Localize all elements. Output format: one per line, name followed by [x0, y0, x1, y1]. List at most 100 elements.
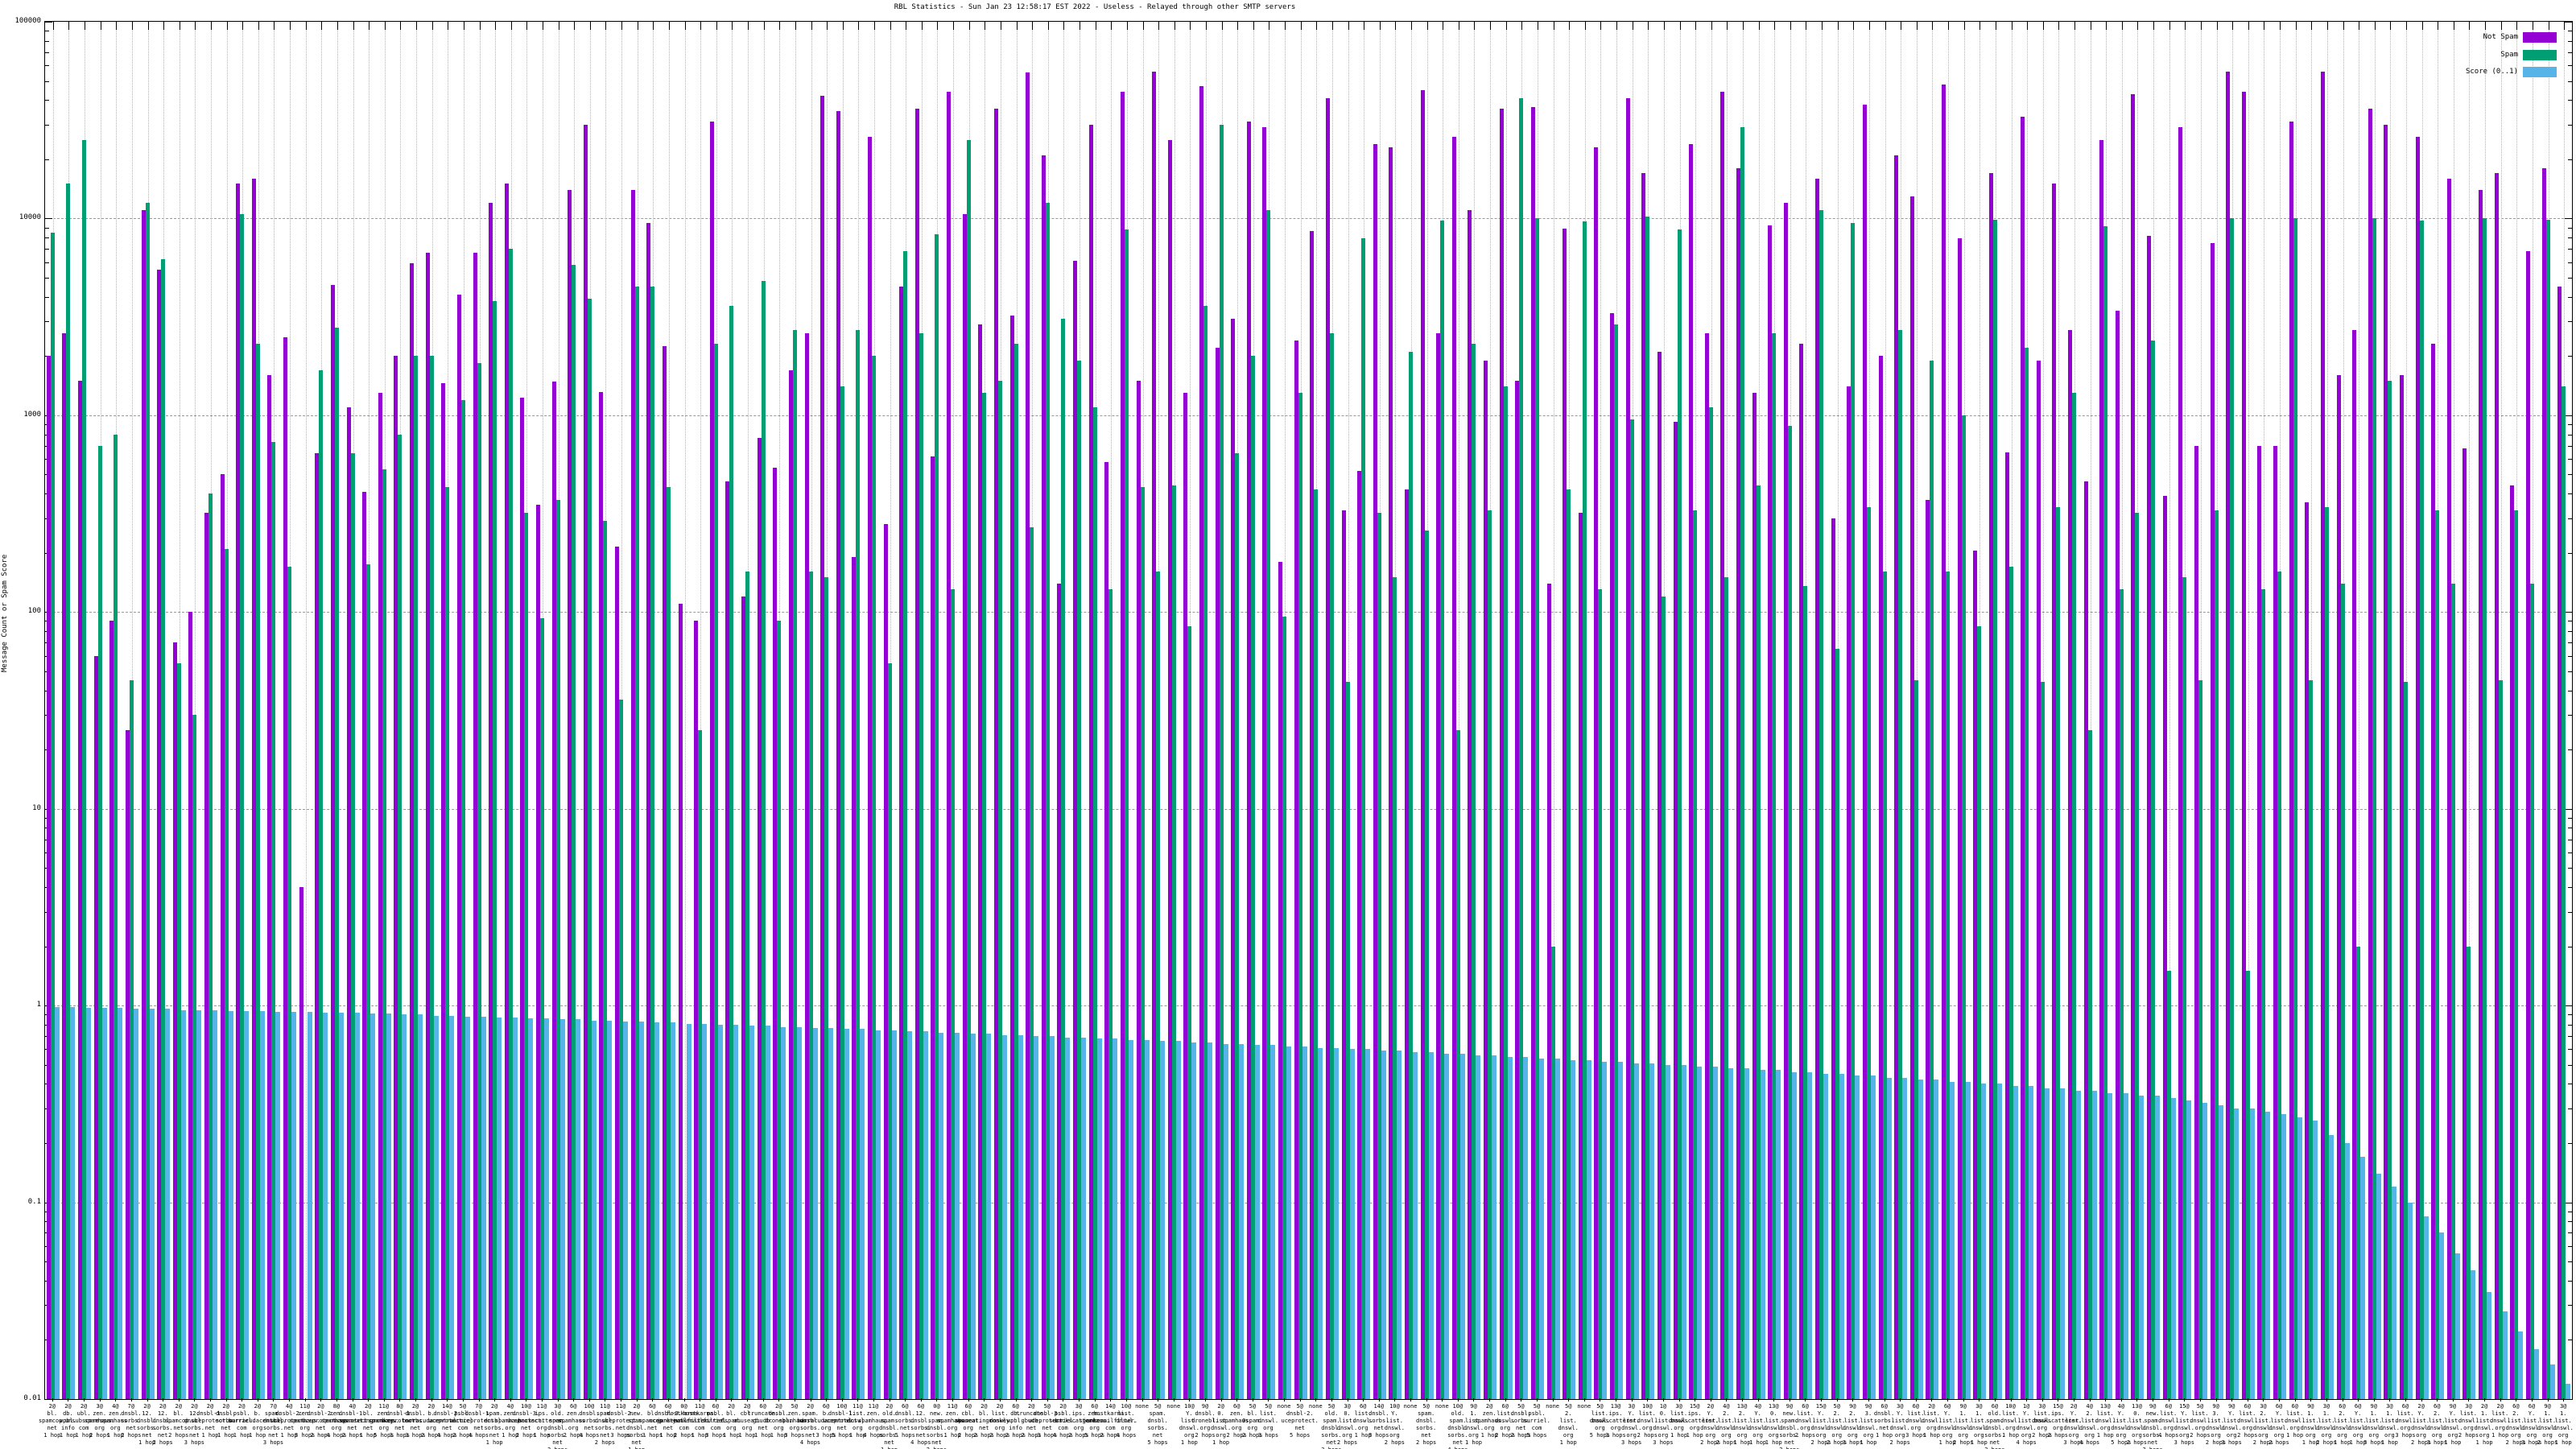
bar-score: [2344, 1143, 2350, 1399]
bar-score: [1649, 1063, 1655, 1399]
x-top-tick: [968, 22, 970, 30]
bar-score: [955, 1032, 960, 1399]
x-bottom-tick: [1141, 1398, 1143, 1402]
y-axis-title: Message Count or Spam Score: [1, 554, 9, 672]
x-top-tick: [2074, 22, 2075, 30]
x-gridline: [684, 22, 686, 1399]
x-top-tick: [1379, 22, 1381, 30]
bar-score: [907, 1031, 913, 1399]
x-bottom-tick: [1410, 1398, 1412, 1402]
x-bottom-tick: [841, 1398, 843, 1402]
y-minor-tick: [2568, 445, 2572, 447]
bar-score: [1586, 1059, 1591, 1399]
bar-score: [228, 1010, 233, 1399]
bar-score: [844, 1029, 849, 1399]
x-bottom-tick: [494, 1398, 496, 1402]
x-bottom-tick: [431, 1398, 432, 1402]
x-top-tick: [131, 22, 133, 30]
x-bottom-tick: [968, 1398, 969, 1402]
bar-score: [2013, 1086, 2018, 1399]
x-top-tick: [1237, 22, 1239, 30]
x-top-tick: [605, 22, 607, 30]
bar-score: [2265, 1111, 2271, 1399]
bar-not-spam: [678, 604, 683, 1399]
x-top-tick: [2137, 22, 2139, 30]
x-top-tick: [1158, 22, 1160, 30]
x-top-tick: [384, 22, 386, 30]
bar-spam: [2529, 583, 2534, 1399]
x-bottom-tick: [1963, 1398, 1964, 1402]
x-bottom-tick: [573, 1398, 575, 1402]
x-top-tick: [400, 22, 402, 30]
x-bottom-tick: [1505, 1398, 1506, 1402]
x-top-tick: [2406, 22, 2407, 30]
y-tick-label: 10: [32, 803, 41, 812]
x-bottom-tick: [399, 1398, 401, 1402]
x-top-tick: [1474, 22, 1476, 30]
x-bottom-tick: [826, 1398, 828, 1402]
x-tick-label-line: 3 hops: [262, 1439, 284, 1446]
x-top-tick: [1758, 22, 1760, 30]
x-top-tick: [1126, 22, 1128, 30]
x-top-tick: [1932, 22, 1934, 30]
x-top-tick: [827, 22, 828, 30]
x-bottom-tick: [2136, 1398, 2138, 1402]
x-bottom-tick: [1631, 1398, 1633, 1402]
bar-score: [812, 1027, 818, 1399]
bar-score: [1207, 1042, 1212, 1399]
bar-score: [449, 1015, 455, 1399]
x-bottom-tick: [541, 1398, 543, 1402]
x-bottom-tick: [1378, 1398, 1380, 1402]
x-top-tick: [2500, 22, 2502, 30]
x-top-tick: [1047, 22, 1049, 30]
x-top-tick: [732, 22, 733, 30]
bar-score: [2170, 1097, 2176, 1399]
x-bottom-tick: [2373, 1398, 2375, 1402]
x-top-tick: [1032, 22, 1034, 30]
x-bottom-tick: [1647, 1398, 1649, 1402]
x-bottom-tick: [84, 1398, 85, 1402]
bar-score: [86, 1008, 92, 1399]
x-bottom-tick: [2500, 1398, 2501, 1402]
x-bottom-tick: [1583, 1398, 1585, 1402]
y-tick-label: 1: [36, 1001, 41, 1009]
x-bottom-tick: [289, 1398, 291, 1402]
y-minor-tick: [2568, 1280, 2572, 1282]
bar-score: [2518, 1331, 2524, 1399]
x-top-tick: [2169, 22, 2170, 30]
x-top-tick: [2058, 22, 2060, 30]
x-bottom-tick: [1489, 1398, 1491, 1402]
bar-score: [1270, 1045, 1276, 1399]
x-top-tick: [1142, 22, 1144, 30]
bar-score: [1223, 1043, 1228, 1399]
y-minor-tick: [2568, 262, 2572, 263]
x-top-tick: [2295, 22, 2297, 30]
x-bottom-tick: [1015, 1398, 1017, 1402]
bar-score: [559, 1019, 565, 1399]
bar-score: [165, 1009, 171, 1399]
bar-score: [1760, 1070, 1765, 1399]
bar-score: [2408, 1202, 2413, 1399]
x-top-tick: [1963, 22, 1965, 30]
x-bottom-tick: [478, 1398, 480, 1402]
x-top-tick: [2185, 22, 2186, 30]
bar-score: [576, 1019, 581, 1399]
bar-score: [702, 1023, 708, 1399]
bar-score: [1965, 1081, 1971, 1399]
y-minor-tick: [2568, 655, 2572, 657]
bar-score: [1712, 1066, 1718, 1399]
x-top-tick: [1490, 22, 1492, 30]
x-top-tick: [1916, 22, 1918, 30]
bar-score: [180, 1009, 186, 1399]
bar-score: [1791, 1071, 1797, 1399]
x-top-tick: [668, 22, 670, 30]
bar-score: [591, 1020, 597, 1399]
bar-score: [1333, 1047, 1339, 1399]
x-bottom-tick: [336, 1398, 337, 1402]
x-top-tick: [1063, 22, 1065, 30]
y-minor-tick: [2568, 1024, 2572, 1026]
x-bottom-tick: [2358, 1398, 2359, 1402]
x-top-tick: [1853, 22, 1855, 30]
x-bottom-tick: [984, 1398, 985, 1402]
x-bottom-tick: [1125, 1398, 1127, 1402]
